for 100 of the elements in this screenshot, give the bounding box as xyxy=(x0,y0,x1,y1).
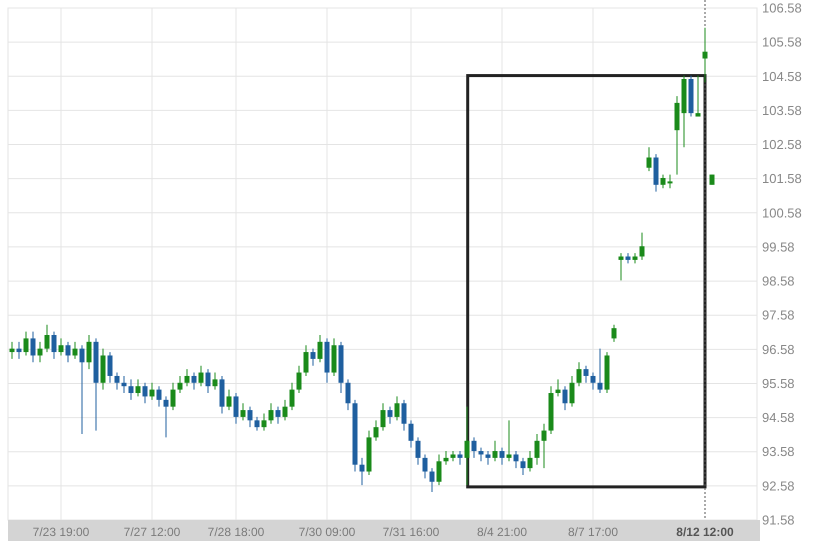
candlestick xyxy=(570,375,574,408)
candlestick xyxy=(520,457,526,476)
y-axis-label: 99.58 xyxy=(762,239,795,254)
candlestick xyxy=(10,341,14,360)
candlestick xyxy=(192,372,196,390)
candlestick xyxy=(604,352,610,394)
candlestick xyxy=(296,365,302,394)
candlestick xyxy=(86,334,92,370)
candlestick xyxy=(374,420,378,442)
candlestick xyxy=(254,416,260,432)
candlestick xyxy=(44,324,50,353)
candlestick xyxy=(632,252,638,264)
candlestick xyxy=(304,344,308,376)
candlestick xyxy=(338,341,344,394)
candlestick xyxy=(576,362,582,387)
candlestick xyxy=(506,420,512,462)
candlestick xyxy=(262,413,266,432)
candlestick xyxy=(514,450,518,469)
candlestick xyxy=(290,382,294,411)
candlestick xyxy=(366,430,372,476)
candlestick xyxy=(332,338,336,376)
candlestick xyxy=(626,252,630,264)
candlestick xyxy=(30,331,36,363)
candlestick xyxy=(380,402,386,432)
candlestick xyxy=(268,402,274,424)
candlestick xyxy=(108,352,112,384)
candlestick xyxy=(72,341,78,360)
candlestick xyxy=(360,457,364,486)
candlestick xyxy=(310,348,316,366)
candlestick xyxy=(430,468,434,492)
y-axis-label: 105.58 xyxy=(762,34,802,50)
candlestick xyxy=(668,174,672,189)
y-axis-label: 96.58 xyxy=(762,342,795,357)
candlestick xyxy=(114,372,120,390)
candlestick xyxy=(234,392,238,424)
candlestick xyxy=(660,174,666,189)
candlestick xyxy=(486,450,490,466)
candlestick xyxy=(206,368,210,394)
x-axis-label: 7/27 12:00 xyxy=(124,525,180,539)
candlestick xyxy=(458,450,462,466)
candlestick xyxy=(492,440,498,462)
y-axis-label: 97.58 xyxy=(762,308,795,323)
y-axis-label: 102.58 xyxy=(762,137,802,152)
candlestick xyxy=(500,447,504,466)
candlestick xyxy=(478,447,484,462)
candlestick xyxy=(66,341,70,363)
candlestick xyxy=(38,341,42,363)
candlestick xyxy=(282,399,288,421)
candlestick xyxy=(122,375,126,394)
candlestick xyxy=(16,341,22,360)
candlestick xyxy=(388,406,392,424)
y-axis-label: 95.58 xyxy=(762,376,795,391)
candlestick xyxy=(612,324,616,342)
candlestick xyxy=(318,334,322,363)
candlestick xyxy=(128,378,134,400)
candlestick xyxy=(450,450,456,462)
candlestick xyxy=(52,331,56,360)
x-axis-label: 7/23 19:00 xyxy=(32,525,90,539)
candlestick xyxy=(562,386,568,411)
candlestick xyxy=(324,338,330,384)
x-axis-label: 8/7 17:00 xyxy=(568,525,618,539)
candlestick xyxy=(408,420,414,448)
candlestick xyxy=(212,372,218,390)
candlestick xyxy=(422,454,428,479)
candlestick xyxy=(24,331,28,356)
candlestick xyxy=(170,382,176,411)
y-axis-label: 101.58 xyxy=(762,171,802,186)
candlestick xyxy=(696,75,700,118)
candlestick xyxy=(710,174,714,186)
candlestick xyxy=(198,365,204,387)
candlestick xyxy=(444,450,448,466)
candlestick xyxy=(542,423,546,469)
candlestick xyxy=(646,146,652,172)
x-axis-label: 7/28 18:00 xyxy=(208,525,264,539)
candlestick xyxy=(556,378,560,397)
y-axis-label: 103.58 xyxy=(762,102,802,118)
candlestick xyxy=(142,382,148,404)
candlestick xyxy=(534,433,540,466)
y-axis-label: 92.58 xyxy=(762,478,795,494)
y-axis-label: 93.58 xyxy=(762,444,795,460)
candlestick xyxy=(58,338,64,356)
x-axis-label: 7/31 16:00 xyxy=(382,525,440,539)
candlestick xyxy=(150,382,154,400)
y-axis-label: 100.58 xyxy=(762,205,802,220)
candlestick xyxy=(640,232,644,260)
candlestick xyxy=(416,436,420,466)
candlestick xyxy=(654,154,658,192)
y-axis-label: 94.58 xyxy=(762,410,795,426)
current-time-label: 8/12 12:00 xyxy=(676,525,734,539)
candlestick xyxy=(618,252,624,281)
candlestick xyxy=(402,399,406,432)
candlestick xyxy=(136,378,140,397)
candlestick xyxy=(248,406,252,428)
candlestick xyxy=(164,396,168,438)
candlestick xyxy=(394,396,400,421)
candlestick xyxy=(472,436,476,458)
candlestick xyxy=(156,386,162,408)
candlestick xyxy=(688,75,694,118)
candlestick xyxy=(584,365,588,384)
candlestick xyxy=(436,454,442,486)
